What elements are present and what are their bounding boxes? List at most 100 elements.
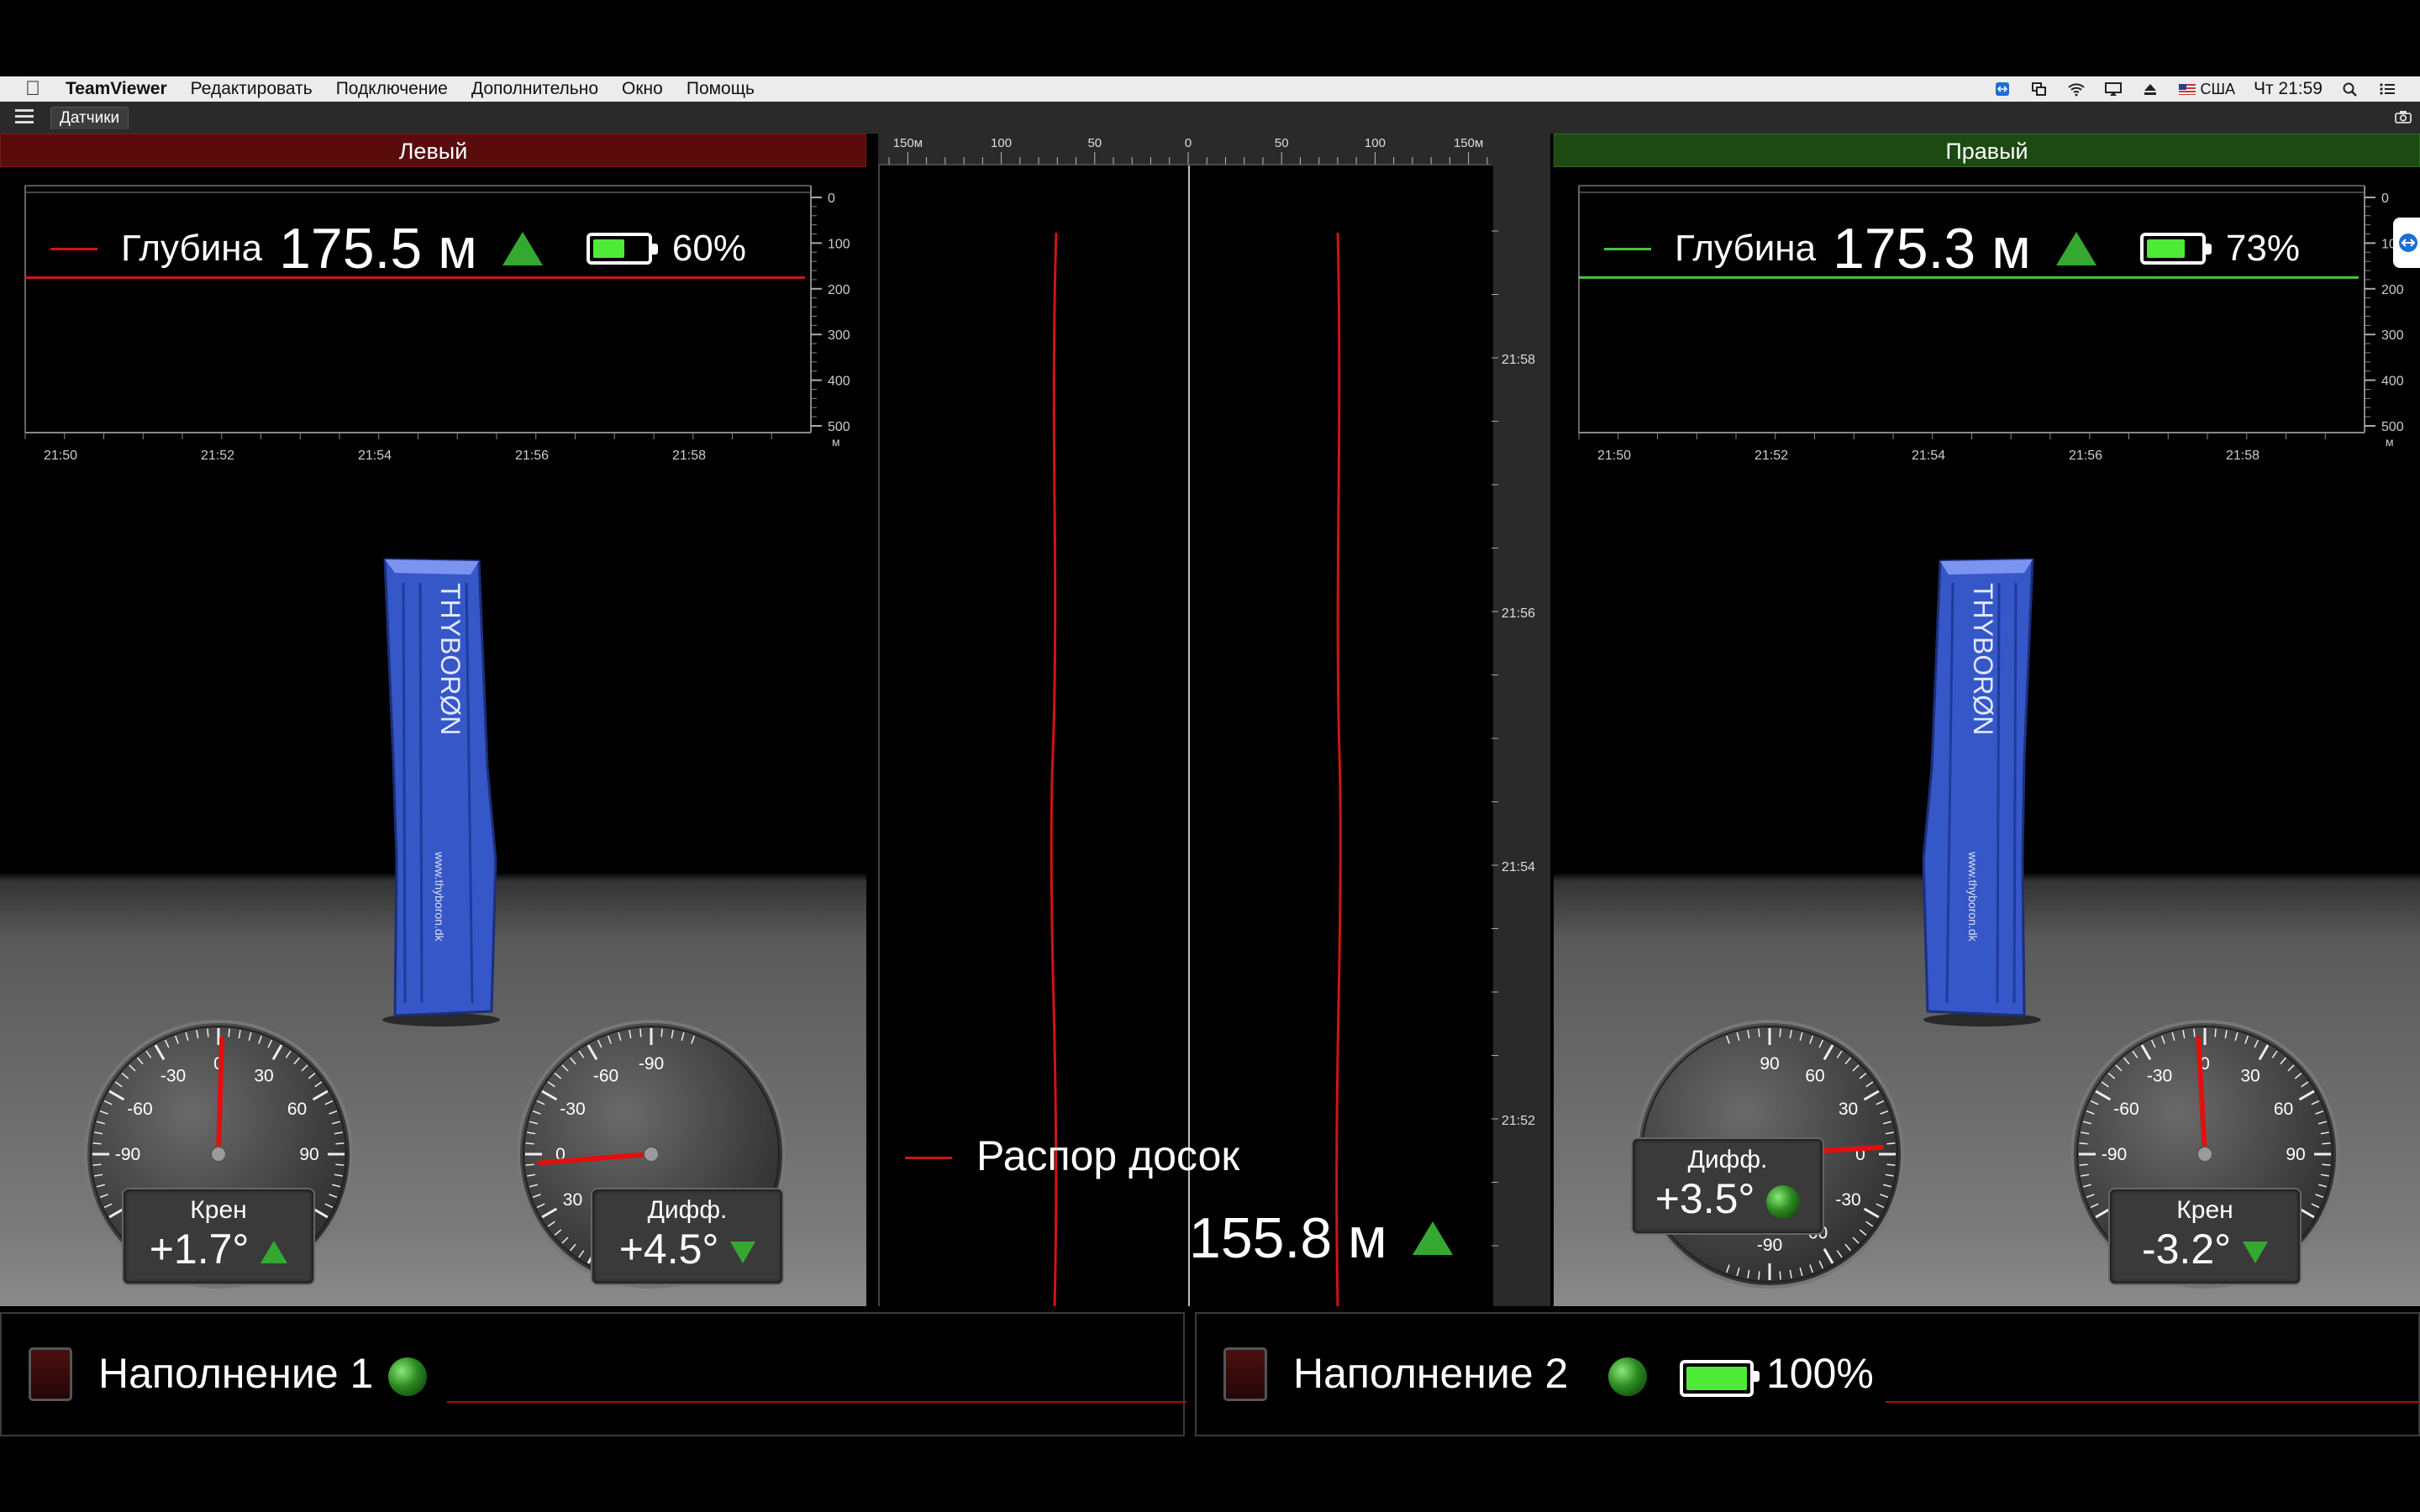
gauge-tick: [525, 1163, 534, 1166]
hamburger-menu-icon[interactable]: [15, 109, 34, 124]
input-source-label: США: [2200, 80, 2235, 97]
gauge-hub: [2196, 1146, 2213, 1163]
gauge-tick-label: -90: [1757, 1236, 1782, 1255]
gauge-tick-label: -30: [560, 1100, 585, 1119]
right-diff-value: +3.5°: [1633, 1174, 1823, 1223]
spread-top-tick-label: 150м: [893, 136, 923, 150]
apple-menu-icon[interactable]: : [25, 77, 40, 101]
spread-top-tick-label: 0: [1185, 136, 1192, 150]
gauge-tick-label: -90: [2102, 1145, 2127, 1164]
gauge-tick-label: -30: [1835, 1190, 1860, 1210]
gauge-tick-label: -30: [160, 1066, 186, 1085]
gauge-tick: [660, 1028, 663, 1037]
gauge-tick: [1886, 1142, 1896, 1145]
right-depth-legend: Глубина 175.3 м 73%: [1604, 216, 2300, 281]
us-flag-icon: [2179, 84, 2196, 95]
left-door-url: www.thyboron.dk: [433, 851, 446, 942]
teamviewer-side-tab[interactable]: [2393, 218, 2420, 268]
menu-connection[interactable]: Подключение: [336, 79, 448, 99]
gauge-tick-label: 30: [254, 1066, 273, 1085]
gauge-tick-label: -30: [2147, 1066, 2172, 1085]
gauge-tick: [2214, 1028, 2217, 1037]
screenshot-camera-icon[interactable]: [2395, 110, 2412, 123]
fill-2-indicator-led: [1223, 1347, 1267, 1401]
spread-trend-up-icon: [1412, 1221, 1453, 1255]
spread-top-tick-label: 150м: [1454, 136, 1483, 150]
right-x-tick-label: 21:56: [2069, 449, 2102, 463]
fill-2-battery-icon: [1680, 1360, 1760, 1397]
right-depth-value: 175.3 м: [1833, 217, 2031, 281]
menubar-clock[interactable]: Чт 21:59: [2254, 79, 2323, 99]
left-y-tick-label: 100: [828, 237, 850, 251]
right-y-tick-label: 0: [2381, 192, 2389, 206]
left-y-tick-label: 200: [828, 283, 850, 297]
right-depth-label: Глубина: [1675, 228, 1817, 269]
fill-1-status-icon: [388, 1357, 427, 1396]
left-panel-header: Левый: [0, 134, 866, 167]
screens-icon[interactable]: [2030, 81, 2049, 97]
right-diff-readout: Дифф. +3.5°: [1631, 1137, 1824, 1235]
door-spread-panel: 150м 100 50 0 50 100 150м Распор досок 155.8 м…: [878, 134, 1550, 1306]
fill-sensor-1-panel: Наполнение 1: [0, 1312, 1186, 1436]
gauge-tick: [1779, 1271, 1781, 1280]
left-y-tick-label: 0: [828, 192, 835, 206]
left-depth-chart-area: 0 100 200 300 400 500 м 21:50 21:52 21:54 21:56 21…: [0, 167, 866, 604]
left-battery-icon: [586, 233, 658, 265]
gauge-tick: [1886, 1163, 1896, 1166]
right-x-tick-label: 21:58: [2226, 449, 2260, 463]
gauge-tick: [639, 1028, 642, 1037]
spread-top-tick-label: 50: [1087, 136, 1102, 150]
menu-app-name[interactable]: TeamViewer: [66, 79, 167, 99]
menu-window[interactable]: Окно: [622, 79, 663, 99]
left-diff-readout: Дифф. +4.5°: [591, 1188, 784, 1285]
gauge-tick-label: 90: [2286, 1145, 2305, 1164]
tab-sensors[interactable]: Датчики: [50, 107, 129, 129]
right-battery-icon: [2139, 233, 2212, 265]
gauge-tick-label: 60: [1805, 1066, 1824, 1085]
menu-help[interactable]: Помощь: [687, 79, 755, 99]
left-x-tick-label: 21:56: [515, 449, 549, 463]
spotlight-search-icon[interactable]: [2341, 81, 2360, 97]
right-x-tick-label: 21:54: [1912, 449, 1945, 463]
menu-extras[interactable]: Дополнительно: [471, 79, 598, 99]
left-depth-value: 175.5 м: [279, 217, 477, 281]
door-spread-plot: Распор досок 155.8 м: [878, 165, 1493, 1306]
menubar:  TeamViewer Редактировать Подключение Д…: [0, 76, 2420, 102]
spread-value-row: 155.8 м: [1189, 1205, 1453, 1271]
gauge-tick: [1779, 1028, 1781, 1037]
right-depth-chart-area: 0100200300400500м 21:5021:5221:5421:5621…: [1554, 167, 2420, 604]
app-toolbar: Датчики: [0, 102, 2420, 134]
left-trawl-door-model: THYBORØN www.thyboron.dk: [382, 558, 500, 1026]
right-door-panel: Правый 0100200300400500м 21:5021:5221:54…: [1554, 134, 2420, 1306]
airplay-icon[interactable]: [2104, 81, 2123, 97]
gauge-tick-label: 90: [299, 1145, 318, 1164]
menu-edit[interactable]: Редактировать: [191, 79, 313, 99]
right-y-tick-label: 500: [2381, 420, 2404, 434]
left-x-tick-label: 21:50: [44, 449, 77, 463]
gauge-tick: [92, 1163, 102, 1166]
gauge-tick-label: 30: [1839, 1100, 1858, 1119]
gauge-tick-label: -60: [127, 1100, 152, 1119]
right-x-tick-label: 21:52: [1754, 449, 1788, 463]
spread-time-tick-label: 21:56: [1502, 606, 1535, 621]
fill-1-signal-line: [447, 1401, 1186, 1403]
left-diff-trend-down-icon: [730, 1241, 756, 1263]
notification-center-icon[interactable]: [2378, 81, 2396, 97]
left-roll-trend-up-icon: [260, 1241, 288, 1264]
right-legend-swatch: [1604, 247, 1651, 250]
eject-icon[interactable]: [2141, 81, 2160, 97]
teamviewer-status-icon[interactable]: [1993, 81, 2012, 97]
left-y-tick-label: 300: [828, 328, 850, 343]
fill-2-status-icon: [1608, 1357, 1647, 1396]
right-door-url: www.thyboron.dk: [1966, 851, 1980, 942]
left-y-tick-label: 500: [828, 420, 850, 434]
left-x-tick-label: 21:52: [201, 449, 234, 463]
fill-2-signal-line: [1886, 1401, 2420, 1403]
input-source[interactable]: США: [2178, 81, 2235, 98]
spread-top-tick-label: 100: [1365, 136, 1386, 150]
right-depth-trend-up-icon: [2055, 232, 2096, 265]
gauge-tick-label: 90: [1760, 1054, 1779, 1074]
left-roll-readout: Крен +1.7°: [122, 1188, 315, 1285]
wifi-icon[interactable]: [2067, 81, 2086, 97]
left-depth-label: Глубина: [121, 228, 263, 269]
